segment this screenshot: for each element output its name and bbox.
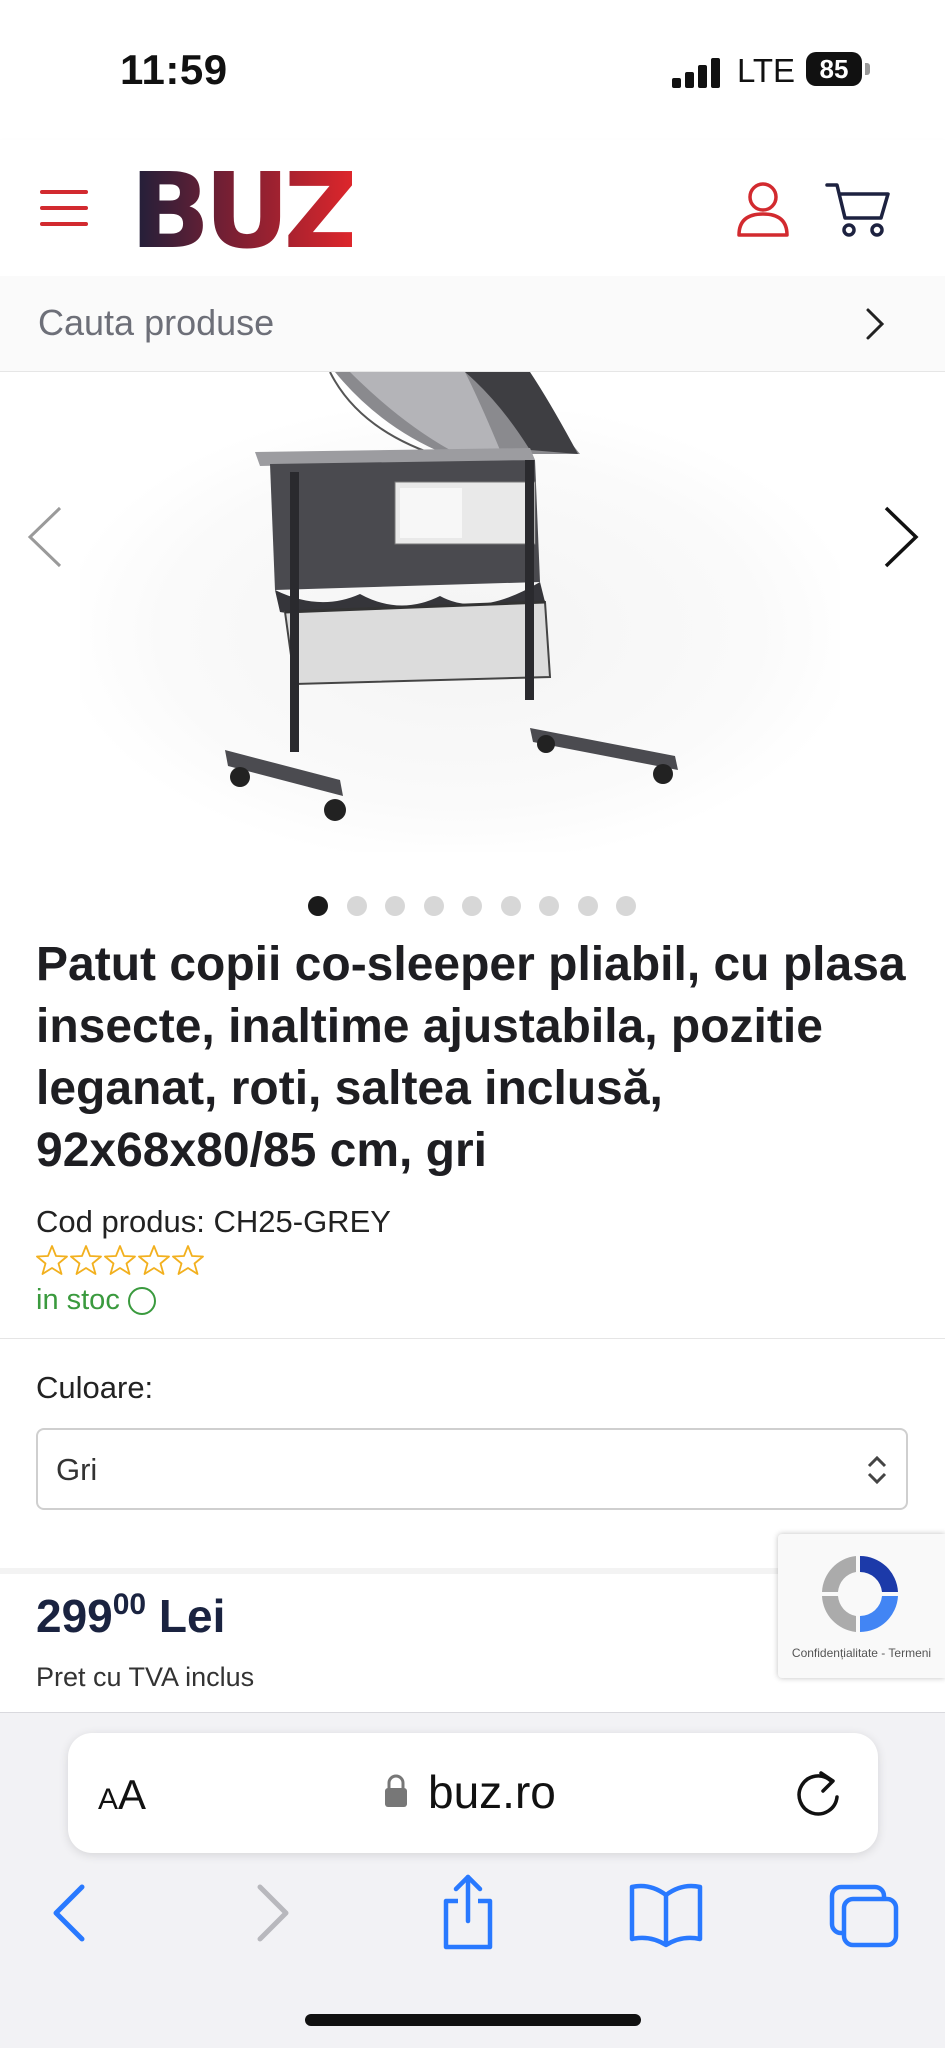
gallery-dot[interactable]	[346, 896, 367, 916]
price-currency: Lei	[158, 1590, 226, 1642]
star-icon	[138, 1245, 170, 1275]
status-time: 11:59	[120, 46, 228, 93]
hamburger-icon[interactable]	[40, 190, 88, 230]
recaptcha-icon	[822, 1556, 898, 1632]
price-integer: 299	[36, 1590, 113, 1642]
gallery-dot[interactable]	[577, 896, 598, 916]
tabs-icon[interactable]	[828, 1873, 900, 1953]
recaptcha-text[interactable]: Confidențialitate - Termeni	[778, 1646, 945, 1660]
product-gallery[interactable]	[0, 372, 945, 872]
recaptcha-badge[interactable]: Confidențialitate - Termeni	[778, 1534, 945, 1678]
gallery-dot[interactable]	[462, 896, 482, 916]
gallery-dot[interactable]	[385, 896, 405, 916]
gallery-dot[interactable]	[539, 896, 559, 916]
forward-button[interactable]	[250, 1873, 294, 1953]
gallery-dot[interactable]	[616, 896, 636, 916]
cart-icon[interactable]	[825, 180, 891, 238]
color-select-value[interactable]: Gri	[56, 1452, 97, 1488]
status-bar: 11:59 LTE 85	[0, 0, 945, 140]
star-icon	[104, 1245, 136, 1275]
gallery-dots[interactable]	[308, 896, 636, 918]
stock-label: in stoc	[36, 1284, 120, 1316]
stock-circle-icon	[127, 1286, 156, 1315]
gallery-next-button[interactable]	[880, 502, 924, 572]
chevron-right-icon[interactable]	[860, 304, 890, 344]
star-icon	[70, 1245, 102, 1275]
logo-text: BUZ	[134, 168, 352, 250]
back-button[interactable]	[48, 1873, 92, 1953]
network-label: LTE	[737, 52, 796, 89]
gallery-prev-button[interactable]	[22, 502, 66, 572]
star-icon	[36, 1245, 68, 1275]
product-price: 29900 Lei	[36, 1588, 225, 1643]
lock-icon	[385, 1774, 407, 1807]
gallery-dot[interactable]	[308, 896, 328, 916]
bookmarks-icon[interactable]	[628, 1873, 704, 1953]
buz-logo[interactable]: BUZ	[134, 168, 352, 250]
color-select[interactable]: Gri	[36, 1428, 908, 1510]
color-label: Culoare:	[36, 1370, 154, 1405]
product-image	[225, 372, 678, 821]
browser-toolbar: AA buz.ro	[0, 1712, 945, 2048]
battery-icon: 85	[806, 52, 862, 86]
star-icon	[172, 1245, 204, 1275]
product-title: Patut copii co-sleeper pliabil, cu plasa…	[36, 938, 906, 1177]
stock-status: in stoc	[36, 1284, 156, 1317]
product-code: Cod produs: CH25-GREY	[36, 1204, 391, 1239]
price-decimals: 00	[112, 1588, 147, 1621]
battery-nub	[865, 63, 870, 75]
price-note: Pret cu TVA inclus	[36, 1662, 255, 1692]
url-text[interactable]: buz.ro	[428, 1765, 556, 1819]
divider	[0, 1338, 945, 1339]
reload-icon[interactable]	[793, 1767, 843, 1821]
search-bar[interactable]: Cauta produse	[0, 276, 945, 372]
site-header: BUZ	[0, 140, 945, 276]
search-placeholder[interactable]: Cauta produse	[38, 302, 274, 344]
signal-icon	[672, 58, 722, 88]
aa-small: A	[98, 1783, 119, 1816]
rating-stars[interactable]	[36, 1244, 204, 1278]
user-icon[interactable]	[735, 180, 791, 238]
reader-settings-button[interactable]: AA	[98, 1771, 146, 1819]
home-indicator	[305, 2014, 641, 2026]
gallery-dot[interactable]	[500, 896, 521, 916]
share-icon[interactable]	[438, 1873, 498, 1953]
aa-big: A	[118, 1771, 147, 1818]
address-bar[interactable]: AA buz.ro	[68, 1733, 878, 1853]
gallery-dot[interactable]	[423, 896, 444, 916]
select-arrows-icon	[867, 1455, 887, 1485]
